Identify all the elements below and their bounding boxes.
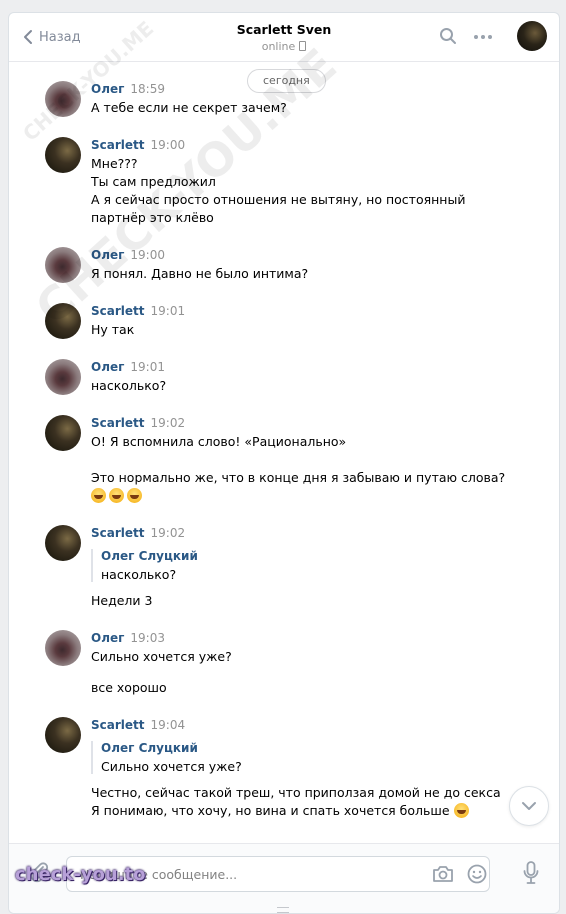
sender-name[interactable]: Олег (91, 360, 124, 374)
laughing-emoji-icon (109, 488, 124, 503)
voice-message-button[interactable] (523, 861, 539, 889)
more-button[interactable] (473, 29, 493, 48)
avatar[interactable] (45, 630, 81, 666)
message-text: Я понял. Давно не было интима? (91, 266, 309, 281)
message-text: Ну так (91, 322, 135, 337)
message-text: Недели 3 (91, 593, 153, 608)
avatar[interactable] (45, 415, 81, 451)
bottom-watermark: check-you.to (15, 864, 146, 885)
sender-name[interactable]: Scarlett (91, 718, 145, 732)
message-text: Ты сам предложил (91, 174, 216, 189)
reply-quote[interactable]: Олег Слуцкий насколько? (91, 549, 198, 582)
camera-button[interactable] (432, 865, 454, 887)
message-time[interactable]: 19:01 (130, 360, 165, 374)
quote-text: насколько? (101, 567, 177, 582)
message-header: Scarlett 19:02 (91, 416, 185, 430)
message-header: Олег 19:00 (91, 248, 165, 262)
message-time[interactable]: 19:02 (151, 416, 186, 430)
reply-quote[interactable]: Олег Слуцкий Сильно хочется уже? (91, 741, 242, 774)
contact-avatar[interactable] (517, 21, 547, 51)
sender-name[interactable]: Scarlett (91, 138, 145, 152)
chevron-down-icon (522, 802, 536, 810)
mobile-phone-icon (299, 41, 307, 51)
avatar[interactable] (45, 303, 81, 339)
message-text: Это нормально же, что в конце дня я забы… (91, 470, 506, 485)
quote-author[interactable]: Олег Слуцкий (101, 741, 242, 755)
chat-header: Назад Scarlett Sven online (9, 13, 559, 62)
message-text-span: Я понимаю, что хочу, но вина и спать хоч… (91, 803, 450, 818)
message-header: Scarlett 19:00 (91, 138, 185, 152)
message-text: все хорошо (91, 680, 167, 695)
chat-window: Назад Scarlett Sven online сегодня Олег 1… (8, 12, 560, 914)
search-button[interactable] (439, 27, 457, 49)
message-text: А я сейчас просто отношения не вытяну, н… (91, 192, 466, 207)
laughing-emoji-icon (453, 803, 469, 818)
message-text: Мне??? (91, 156, 138, 171)
message-header: Scarlett 19:02 (91, 526, 185, 540)
camera-icon (433, 866, 453, 882)
message-header: Олег 18:59 (91, 82, 165, 96)
search-icon (440, 28, 456, 44)
message-time[interactable]: 18:59 (130, 82, 165, 96)
message-time[interactable]: 19:00 (130, 248, 165, 262)
message-text: партнёр это клёво (91, 210, 214, 225)
message-header: Олег 19:01 (91, 360, 165, 374)
laughing-emoji-icon (91, 488, 106, 503)
quote-text: Сильно хочется уже? (101, 759, 242, 774)
message-time[interactable]: 19:04 (151, 718, 186, 732)
message-text: О! Я вспомнила слово! «Рационально» (91, 434, 347, 449)
avatar[interactable] (45, 247, 81, 283)
resize-grip[interactable] (277, 907, 289, 913)
message-text: насколько? (91, 378, 167, 393)
avatar[interactable] (45, 717, 81, 753)
laughing-emoji-icon (127, 488, 142, 503)
message-header: Scarlett 19:04 (91, 718, 185, 732)
message-time[interactable]: 19:03 (130, 631, 165, 645)
message-time[interactable]: 19:01 (151, 304, 186, 318)
message-text: Сильно хочется уже? (91, 649, 232, 664)
sender-name[interactable]: Scarlett (91, 416, 145, 430)
message-time[interactable]: 19:00 (151, 138, 186, 152)
avatar[interactable] (45, 525, 81, 561)
sender-name[interactable]: Олег (91, 248, 124, 262)
message-text: Честно, сейчас такой треш, что приползая… (91, 785, 501, 800)
more-icon (474, 35, 492, 39)
message-text: Я понимаю, что хочу, но вина и спать хоч… (91, 803, 472, 818)
avatar[interactable] (45, 81, 81, 117)
sender-name[interactable]: Олег (91, 631, 124, 645)
avatar[interactable] (45, 137, 81, 173)
microphone-icon (523, 861, 539, 884)
emoji-row (91, 488, 145, 503)
avatar[interactable] (45, 359, 81, 395)
date-divider: сегодня (247, 69, 326, 93)
message-text: А тебе если не секрет зачем? (91, 100, 287, 115)
smile-icon (467, 864, 487, 884)
sender-name[interactable]: Scarlett (91, 526, 145, 540)
status-text: online (261, 40, 296, 53)
message-header: Scarlett 19:01 (91, 304, 185, 318)
scroll-down-button[interactable] (509, 786, 549, 826)
quote-author[interactable]: Олег Слуцкий (101, 549, 198, 563)
message-time[interactable]: 19:02 (151, 526, 186, 540)
emoji-button[interactable] (467, 864, 487, 888)
sender-name[interactable]: Scarlett (91, 304, 145, 318)
message-header: Олег 19:03 (91, 631, 165, 645)
sender-name[interactable]: Олег (91, 82, 124, 96)
